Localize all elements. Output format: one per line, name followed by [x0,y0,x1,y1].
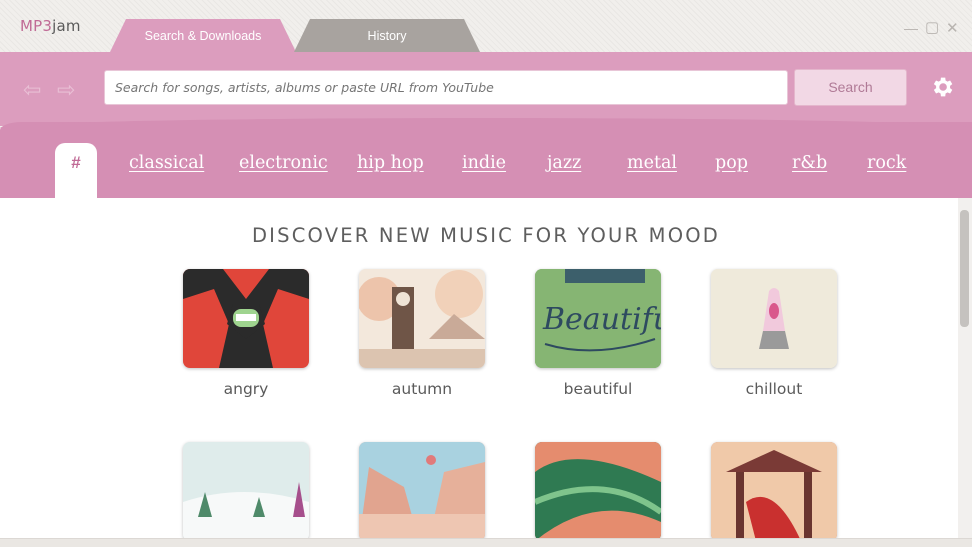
autumn-artwork [359,269,485,368]
chillout-artwork [711,269,837,368]
genre-rnb[interactable]: r&b [792,153,827,173]
genre-jazz[interactable]: jazz [547,153,581,173]
tab-history[interactable]: History [294,19,480,52]
forward-arrow-icon[interactable]: ⇨ [57,77,75,103]
search-button[interactable]: Search [794,69,907,106]
genre-indie[interactable]: indie [462,153,506,173]
mood-card-winter[interactable] [183,442,309,541]
spring-artwork [359,442,485,541]
mood-label-beautiful: beautiful [563,380,633,398]
mood-label-angry: angry [223,380,269,398]
mood-card-spring[interactable] [359,442,485,541]
mood-card-beautiful[interactable]: Beautiful [535,269,661,368]
energetic-artwork [535,442,661,541]
mood-card-chillout[interactable] [711,269,837,368]
genre-rock[interactable]: rock [867,153,906,173]
search-input[interactable] [104,70,788,105]
genre-pop[interactable]: pop [715,153,748,173]
mood-card-romantic[interactable] [711,442,837,541]
genre-tab-hash[interactable]: # [55,143,97,198]
svg-text:Beautiful: Beautiful [542,302,661,337]
genre-metal[interactable]: metal [627,153,677,173]
back-arrow-icon[interactable]: ⇦ [23,77,41,103]
genre-electronic[interactable]: electronic [239,153,328,173]
app-logo: MP3jam [20,17,81,35]
minimize-button[interactable]: — [904,20,918,36]
tab-search-downloads[interactable]: Search & Downloads [110,19,296,52]
maximize-button[interactable]: ▢ [925,18,939,36]
genre-classical[interactable]: classical [129,153,204,173]
beautiful-artwork: Beautiful [535,269,661,368]
mood-card-energetic[interactable] [535,442,661,541]
page-heading: DISCOVER NEW MUSIC FOR YOUR MOOD [251,224,721,247]
close-button[interactable]: ✕ [946,19,959,37]
gear-icon[interactable] [929,74,955,100]
mood-card-autumn[interactable] [359,269,485,368]
scrollbar-thumb[interactable] [960,210,969,327]
angry-artwork [183,269,309,368]
genre-hip-hop[interactable]: hip hop [357,153,424,173]
mood-label-chillout: chillout [745,380,803,398]
mood-label-autumn: autumn [391,380,453,398]
romantic-artwork [711,442,837,541]
winter-artwork [183,442,309,541]
mood-card-angry[interactable] [183,269,309,368]
